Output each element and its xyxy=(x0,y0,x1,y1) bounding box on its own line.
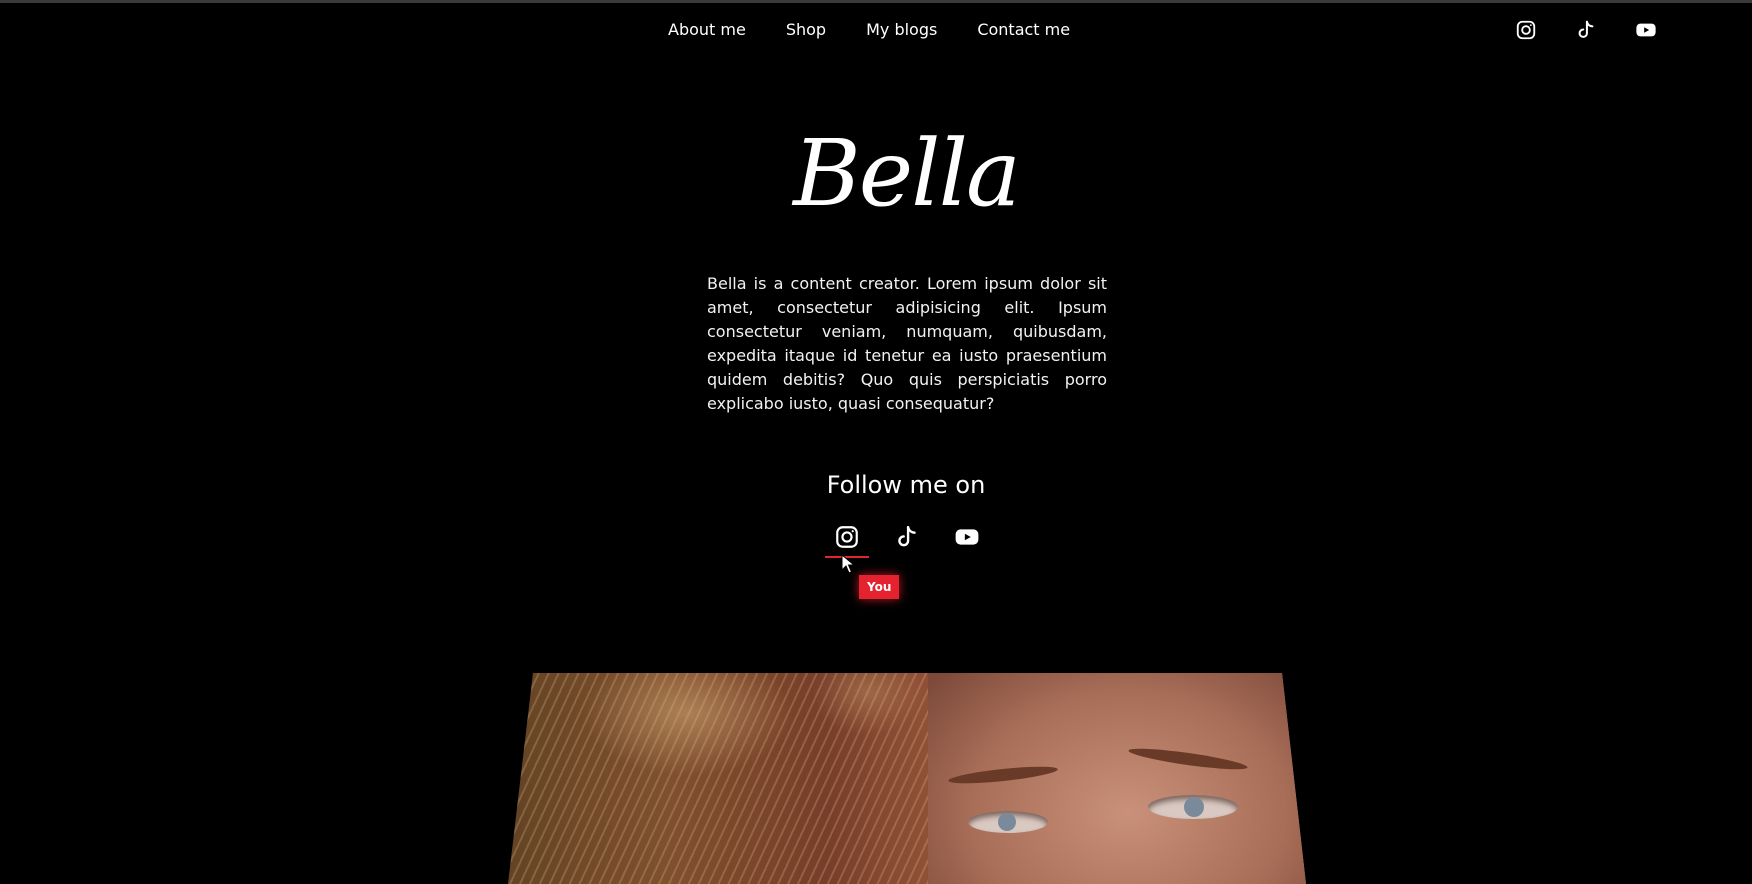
tiktok-icon[interactable] xyxy=(894,524,920,550)
photo-eye xyxy=(1148,795,1238,819)
instagram-icon[interactable] xyxy=(1514,18,1538,42)
nav-about-link[interactable]: About me xyxy=(668,20,766,40)
bio-text: Bella is a content creator. Lorem ipsum … xyxy=(707,274,1107,413)
mouse-cursor-icon xyxy=(841,553,856,578)
brand-title: Bella xyxy=(793,120,1021,227)
main-nav: About me Shop My blogs Contact me xyxy=(668,20,1090,40)
photo-eye xyxy=(968,811,1048,833)
nav-shop-link[interactable]: Shop xyxy=(766,20,846,40)
follow-social-icons xyxy=(834,524,980,550)
page: About me Shop My blogs Contact me Bella xyxy=(0,0,1752,884)
photo-hair xyxy=(508,673,928,884)
nav-contact-link[interactable]: Contact me xyxy=(957,20,1090,40)
instagram-icon[interactable] xyxy=(834,524,860,550)
header-social-icons xyxy=(1514,18,1658,42)
tooltip: You xyxy=(859,575,900,599)
nav-blogs-link[interactable]: My blogs xyxy=(846,20,957,40)
hero-photo xyxy=(508,673,1306,884)
top-border xyxy=(0,0,1752,3)
youtube-icon[interactable] xyxy=(954,524,980,550)
follow-heading: Follow me on xyxy=(826,471,986,499)
youtube-icon[interactable] xyxy=(1634,18,1658,42)
tiktok-icon[interactable] xyxy=(1574,18,1598,42)
